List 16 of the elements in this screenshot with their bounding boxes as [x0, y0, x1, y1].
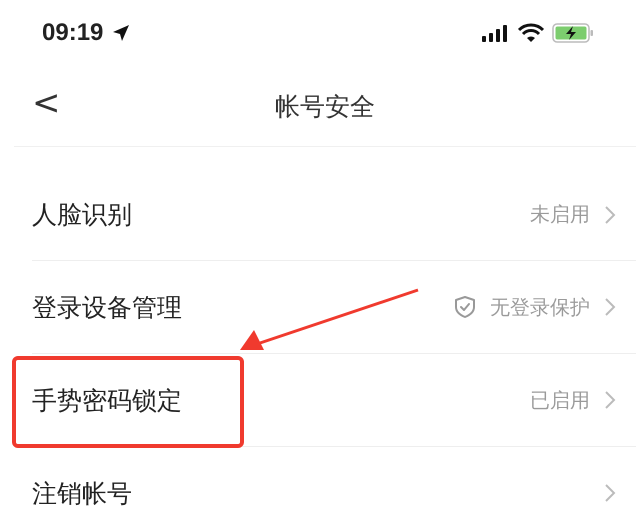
row-label: 人脸识别	[32, 199, 132, 231]
status-time: 09:19	[42, 19, 104, 47]
signal-icon	[482, 24, 510, 42]
chevron-right-icon	[604, 390, 616, 410]
row-value: 未启用	[530, 201, 590, 228]
row-value: 已启用	[530, 386, 590, 414]
row-value: 无登录保护	[490, 294, 590, 320]
row-label: 手势密码锁定	[32, 384, 182, 416]
row-label: 登录设备管理	[32, 292, 182, 324]
chevron-right-icon	[604, 297, 616, 317]
chevron-right-icon	[604, 204, 616, 224]
wifi-icon	[518, 23, 544, 43]
chevron-right-icon	[604, 483, 616, 503]
row-label: 注销帐号	[32, 478, 132, 508]
back-button[interactable]: <	[28, 86, 64, 120]
page-title: 帐号安全	[275, 90, 375, 122]
